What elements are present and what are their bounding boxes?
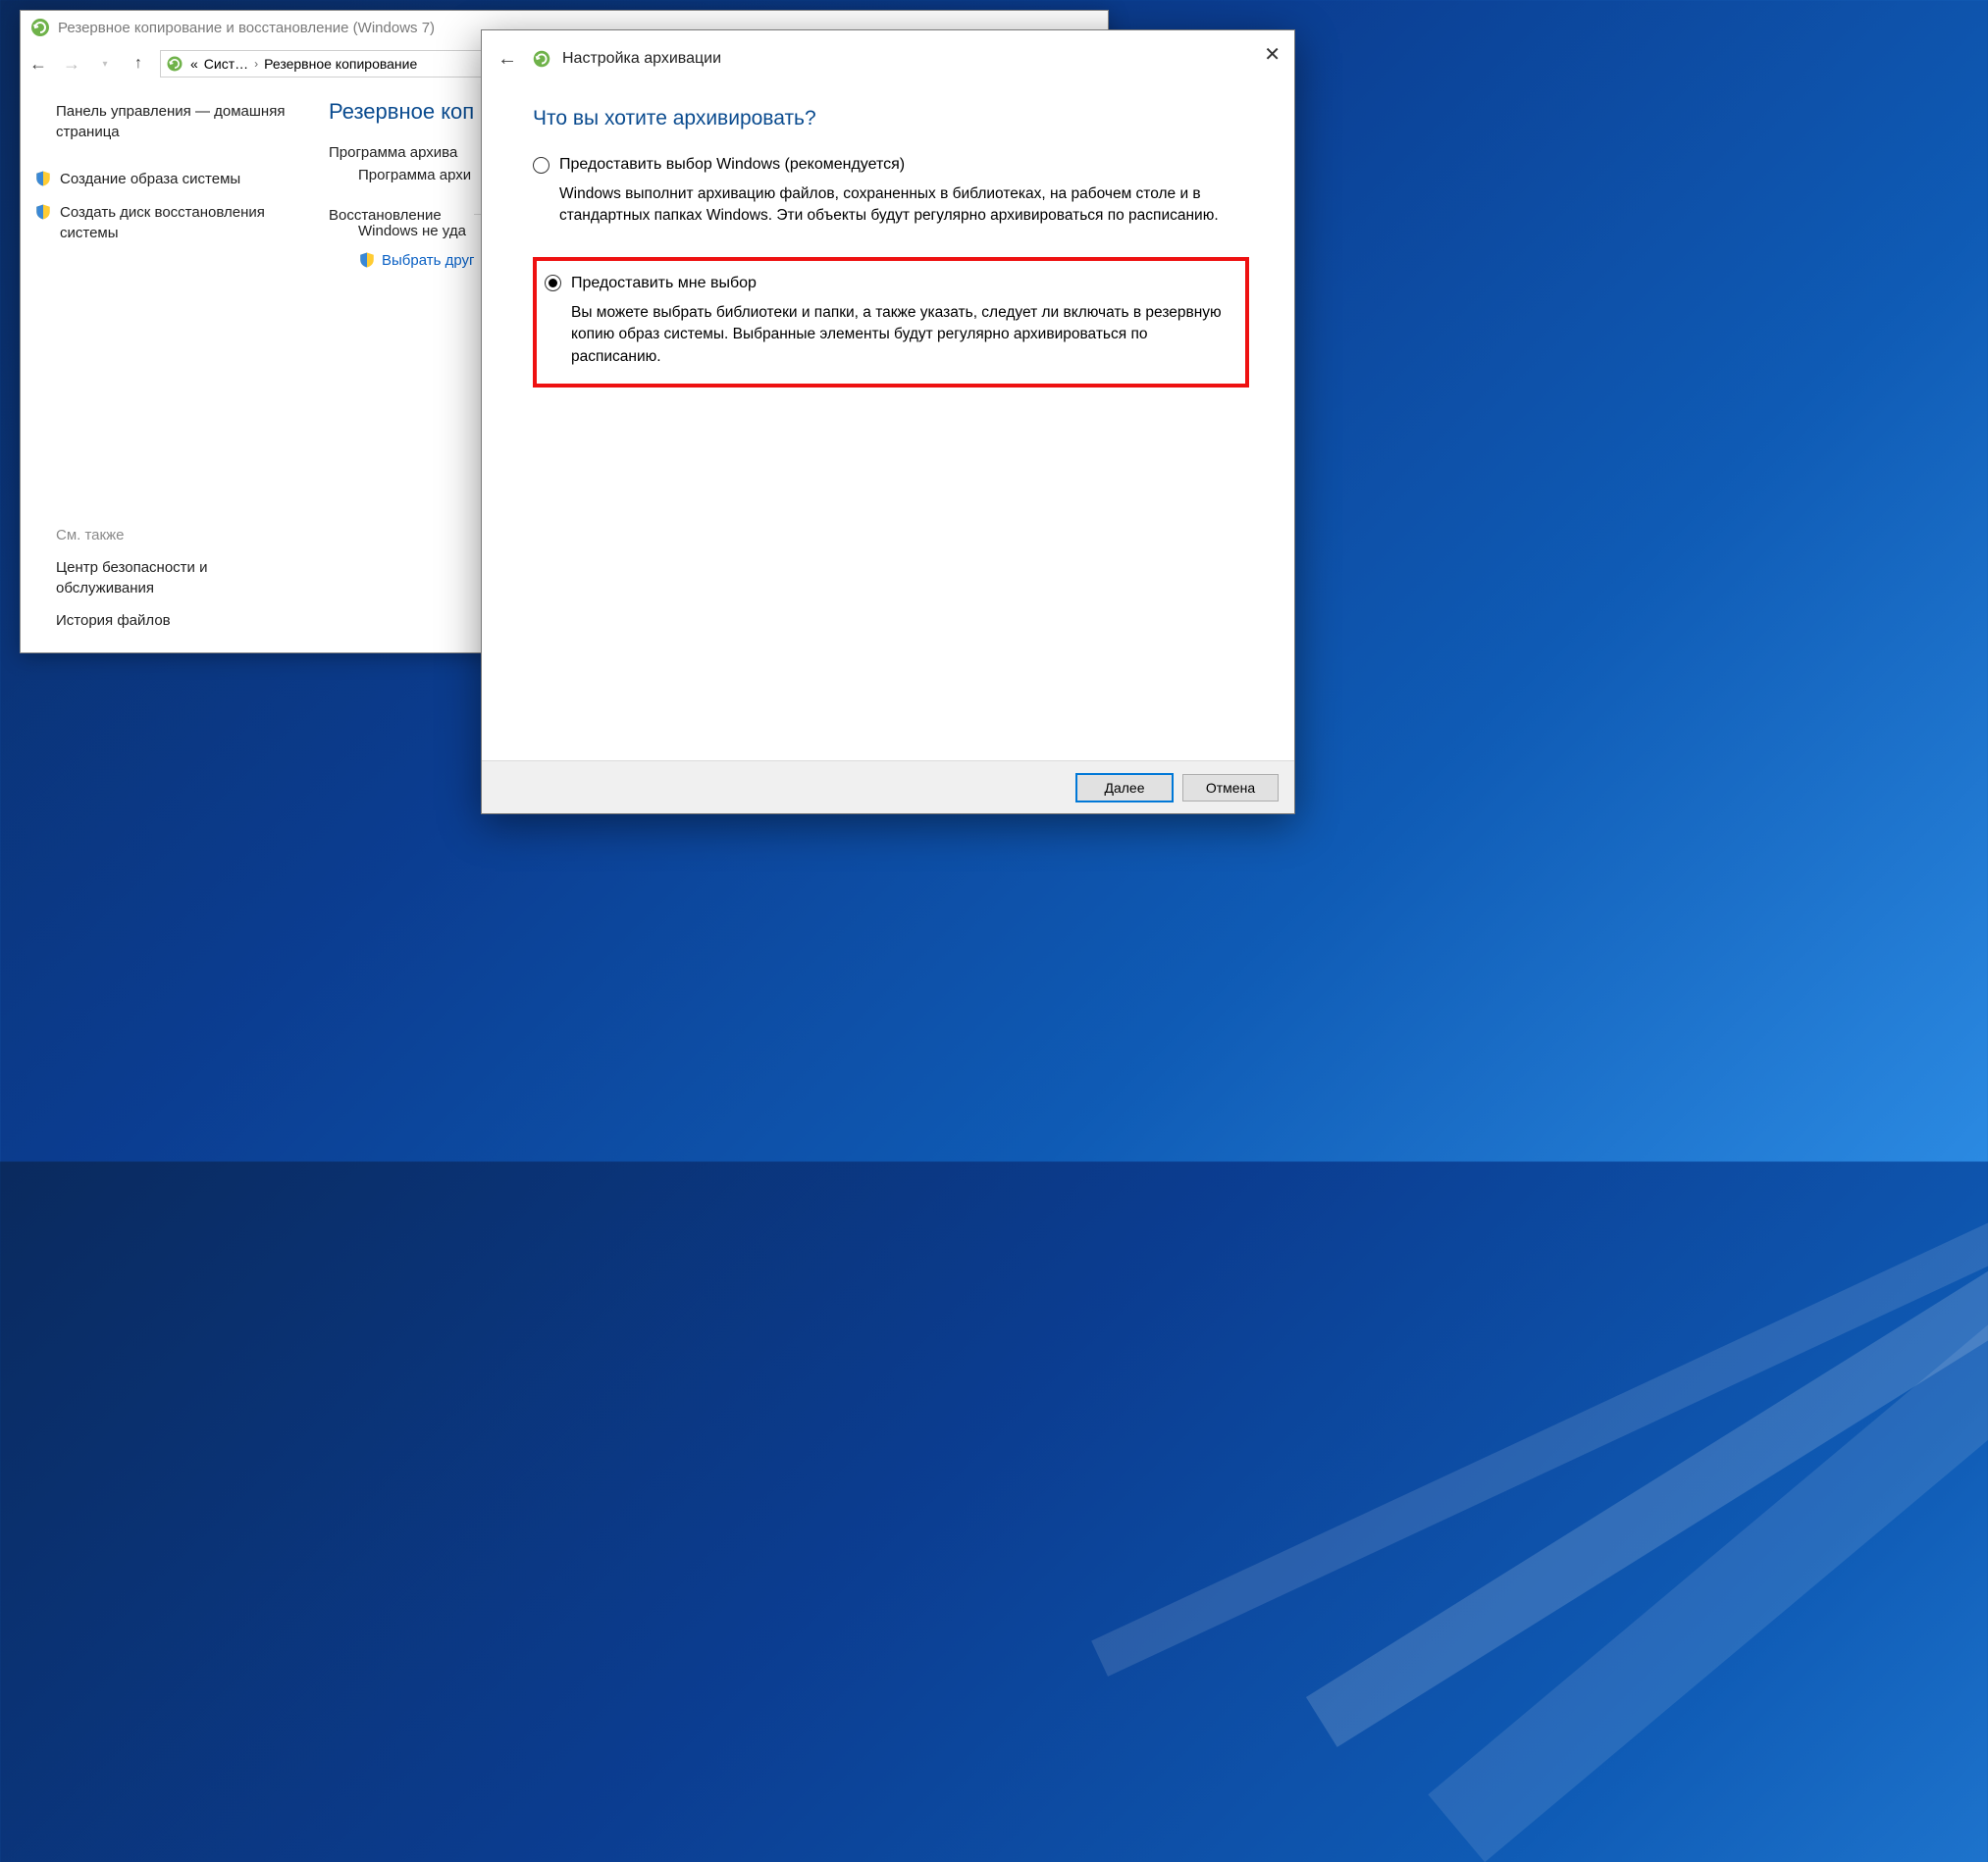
breadcrumb-label: Сист…: [204, 56, 248, 72]
window-title: Резервное копирование и восстановление (…: [58, 20, 435, 36]
breadcrumb-label: Резервное копирование: [264, 56, 417, 72]
task-label: Создать диск восстановления системы: [60, 203, 297, 243]
task-create-system-image[interactable]: Создание образа системы: [34, 170, 297, 189]
cancel-button[interactable]: Отмена: [1182, 774, 1279, 802]
backup-restore-icon: [531, 48, 552, 70]
sidebar: Панель управления — домашняя страница Со…: [21, 83, 311, 652]
backup-restore-icon: [165, 54, 184, 74]
dialog-title: Настройка архивации: [531, 48, 721, 70]
shield-icon: [34, 203, 52, 221]
option-label: Предоставить выбор Windows (рекомендуетс…: [559, 156, 905, 174]
shield-icon: [34, 170, 52, 187]
highlighted-selection: Предоставить мне выбор Вы можете выбрать…: [533, 257, 1249, 388]
option-label: Предоставить мне выбор: [571, 275, 757, 292]
task-create-recovery-disk[interactable]: Создать диск восстановления системы: [34, 203, 297, 243]
breadcrumb-segment[interactable]: Резервное копирование: [264, 56, 417, 72]
close-icon: ✕: [1264, 44, 1281, 66]
chevron-down-icon: ▾: [102, 59, 107, 70]
dialog-heading: Что вы хотите архивировать?: [533, 107, 1249, 130]
arrow-up-icon: ↑: [134, 55, 142, 73]
dialog-header: ← Настройка архивации ✕: [482, 30, 1294, 87]
backup-setup-dialog: ← Настройка архивации ✕ Что вы хотите ар…: [481, 29, 1295, 814]
nav-back-button[interactable]: ←: [26, 52, 50, 76]
dialog-title-text: Настройка архивации: [562, 50, 721, 68]
radio-checked-icon[interactable]: [545, 275, 561, 291]
option-let-me-choose[interactable]: Предоставить мне выбор Вы можете выбрать…: [545, 275, 1233, 368]
dialog-back-button[interactable]: ←: [496, 47, 519, 71]
next-button[interactable]: Далее: [1076, 774, 1173, 802]
button-label: Отмена: [1206, 780, 1255, 796]
radio-unchecked-icon[interactable]: [533, 157, 549, 174]
task-label: Создание образа системы: [60, 170, 240, 189]
arrow-left-icon: ←: [29, 54, 47, 75]
nav-up-button[interactable]: ↑: [127, 52, 150, 76]
control-panel-home-link[interactable]: Панель управления — домашняя страница: [56, 101, 297, 142]
option-description: Вы можете выбрать библиотеки и папки, а …: [571, 302, 1228, 368]
dialog-body: Что вы хотите архивировать? Предоставить…: [482, 87, 1294, 388]
dialog-close-button[interactable]: ✕: [1264, 42, 1281, 67]
button-label: Далее: [1104, 780, 1144, 796]
link-label: Выбрать друг: [382, 252, 474, 269]
arrow-right-icon: →: [63, 54, 80, 75]
dialog-footer: Далее Отмена: [482, 760, 1294, 813]
see-also-file-history[interactable]: История файлов: [56, 610, 297, 631]
see-also-heading: См. также: [56, 527, 297, 543]
nav-history-dropdown[interactable]: ▾: [93, 52, 117, 76]
option-description: Windows выполнит архивацию файлов, сохра…: [559, 183, 1243, 228]
breadcrumb-prefix: «: [190, 56, 198, 72]
see-also-security-center[interactable]: Центр безопасности и обслуживания: [56, 557, 297, 598]
chevron-right-icon: ›: [254, 57, 258, 71]
nav-forward-button: →: [60, 52, 83, 76]
shield-icon: [358, 251, 376, 269]
backup-restore-icon: [28, 16, 52, 39]
breadcrumb-segment[interactable]: « Сист… ›: [190, 56, 258, 72]
option-let-windows-choose[interactable]: Предоставить выбор Windows (рекомендуетс…: [533, 156, 1249, 228]
arrow-left-icon: ←: [497, 48, 517, 71]
